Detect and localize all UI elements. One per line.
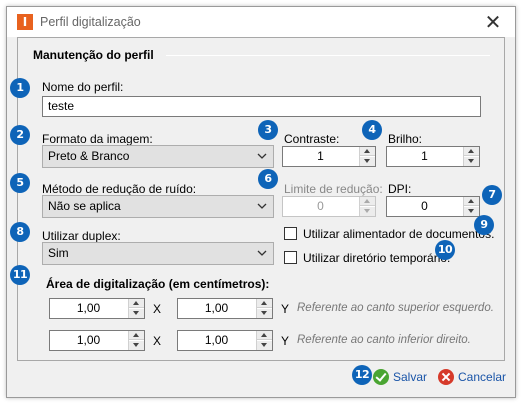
profile-name-label: Nome do perfil: xyxy=(42,80,124,94)
spin-up-icon[interactable] xyxy=(129,331,144,340)
image-format-label: Formato da imagem: xyxy=(42,132,153,146)
image-format-select[interactable]: Preto & Branco xyxy=(42,145,274,168)
title-bar: I Perfil digitalização ✕ xyxy=(7,7,515,37)
noise-method-label: Método de redução de ruído: xyxy=(42,182,197,196)
duplex-select[interactable]: Sim xyxy=(42,242,274,265)
cancel-button[interactable]: Cancelar xyxy=(438,367,510,387)
area-bottom-right-x[interactable]: 1,00 xyxy=(49,330,145,351)
duplex-label: Utilizar duplex: xyxy=(42,229,121,243)
spin-up-icon[interactable] xyxy=(257,331,272,340)
annotation-badge: 3 xyxy=(258,120,278,140)
area-value: 1,00 xyxy=(204,333,229,347)
annotation-badge: 11 xyxy=(10,265,30,285)
annotation-badge: 4 xyxy=(362,120,382,140)
temp-dir-checkbox[interactable] xyxy=(284,251,297,264)
annotation-badge: 2 xyxy=(10,125,30,145)
contrast-value: 1 xyxy=(317,149,324,163)
area-bottom-right-y[interactable]: 1,00 xyxy=(177,330,273,351)
app-icon: I xyxy=(17,14,33,30)
window-title: Perfil digitalização xyxy=(40,15,141,29)
chevron-down-icon xyxy=(257,153,267,159)
area-value: 1,00 xyxy=(204,301,229,315)
scan-area-title: Área de digitalização (em centímetros): xyxy=(46,277,270,291)
profile-name-input[interactable]: teste xyxy=(42,96,481,117)
temp-dir-label[interactable]: Utilizar diretório temporário. xyxy=(303,251,450,265)
spin-down-icon[interactable] xyxy=(257,341,272,350)
area-value: 1,00 xyxy=(76,333,101,347)
y-separator: Y xyxy=(281,334,290,348)
dpi-value: 0 xyxy=(421,199,428,213)
spin-up-icon[interactable] xyxy=(129,299,144,308)
annotation-badge: 1 xyxy=(10,78,30,98)
noise-method-value: Não se aplica xyxy=(48,199,121,213)
top-left-hint: Referente ao canto superior esquerdo. xyxy=(297,302,494,314)
feeder-label[interactable]: Utilizar alimentador de documentos. xyxy=(303,227,494,241)
dpi-spinner[interactable]: 0 xyxy=(386,196,480,217)
reduction-limit-label: Limite de redução: xyxy=(284,182,383,196)
spin-down-icon xyxy=(360,207,375,216)
spin-up-icon[interactable] xyxy=(360,147,375,156)
spin-up-icon xyxy=(360,197,375,206)
area-value: 1,00 xyxy=(76,301,101,315)
profile-groupbox: Manutenção do perfil Nome do perfil: tes… xyxy=(17,37,505,361)
chevron-down-icon xyxy=(257,203,267,209)
annotation-badge: 8 xyxy=(10,222,30,242)
bottom-right-hint: Referente ao canto inferior direito. xyxy=(297,334,471,346)
annotation-badge: 9 xyxy=(474,215,494,235)
noise-method-select[interactable]: Não se aplica xyxy=(42,195,274,218)
spin-down-icon[interactable] xyxy=(129,309,144,318)
reduction-limit-spinner: 0 xyxy=(282,196,376,217)
annotation-badge: 6 xyxy=(258,169,278,189)
y-separator: Y xyxy=(281,302,290,316)
brightness-label: Brilho: xyxy=(388,132,423,146)
spin-down-icon[interactable] xyxy=(360,157,375,166)
spin-down-icon[interactable] xyxy=(464,157,479,166)
spin-down-icon[interactable] xyxy=(464,207,479,216)
annotation-badge: 12 xyxy=(352,365,372,385)
brightness-spinner[interactable]: 1 xyxy=(386,146,480,167)
spin-up-icon[interactable] xyxy=(464,147,479,156)
image-format-value: Preto & Branco xyxy=(48,149,130,163)
brightness-value: 1 xyxy=(421,149,428,163)
section-title: Manutenção do perfil xyxy=(33,48,154,62)
spin-up-icon[interactable] xyxy=(464,197,479,206)
feeder-checkbox[interactable] xyxy=(284,227,297,240)
area-top-left-x[interactable]: 1,00 xyxy=(49,298,145,319)
close-icon[interactable]: ✕ xyxy=(475,9,511,35)
cancel-icon xyxy=(438,369,454,385)
dialog-window: I Perfil digitalização ✕ Manutenção do p… xyxy=(6,6,516,398)
chevron-down-icon xyxy=(257,250,267,256)
duplex-value: Sim xyxy=(48,246,69,260)
cancel-label: Cancelar xyxy=(458,370,507,384)
annotation-badge: 7 xyxy=(482,185,502,205)
reduction-limit-value: 0 xyxy=(317,199,324,213)
contrast-spinner[interactable]: 1 xyxy=(282,146,376,167)
save-button[interactable]: Salvar xyxy=(373,367,433,387)
dpi-label: DPI: xyxy=(388,182,412,196)
spin-down-icon[interactable] xyxy=(257,309,272,318)
section-divider xyxy=(166,55,490,56)
annotation-badge: 5 xyxy=(10,173,30,193)
spin-down-icon[interactable] xyxy=(129,341,144,350)
spin-up-icon[interactable] xyxy=(257,299,272,308)
annotation-badge: 10 xyxy=(435,240,455,260)
check-icon xyxy=(373,369,389,385)
x-separator: X xyxy=(153,302,162,316)
save-label: Salvar xyxy=(393,370,428,384)
contrast-label: Contraste: xyxy=(284,132,340,146)
x-separator: X xyxy=(153,334,162,348)
area-top-left-y[interactable]: 1,00 xyxy=(177,298,273,319)
